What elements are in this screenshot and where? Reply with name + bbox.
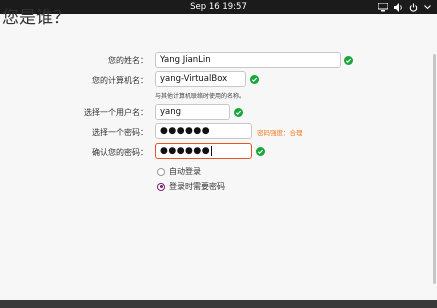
computer-name-input[interactable]: yang-VirtualBox	[155, 71, 246, 87]
auto-login-radio[interactable]	[157, 167, 165, 176]
power-icon	[409, 3, 418, 12]
scrollbar[interactable]	[433, 54, 436, 284]
auto-login-label: 自动登录	[169, 167, 201, 176]
installer-window: 您是谁？ 您的姓名： Yang JianLin 您的计算机名： yang-Vir…	[0, 8, 437, 300]
require-password-radio[interactable]	[157, 182, 165, 191]
name-input[interactable]: Yang JianLin	[155, 52, 341, 68]
password-strength: 密码强度：合理	[257, 129, 303, 137]
username-label: 选择一个用户名：	[84, 108, 148, 117]
bottom-edge	[0, 300, 437, 308]
page-title: 您是谁？	[2, 8, 70, 28]
check-icon	[344, 56, 353, 65]
computer-name-hint: 与其他计算机联络时使用的名称。	[155, 93, 246, 100]
text-caret	[211, 145, 213, 156]
network-icon	[378, 2, 388, 12]
check-icon	[250, 75, 259, 84]
password-input[interactable]: ●●●●●●	[155, 123, 252, 139]
check-icon	[256, 147, 265, 156]
chevron-down-icon	[424, 4, 431, 10]
volume-icon	[394, 2, 403, 12]
confirm-password-label: 确认您的密码：	[92, 148, 148, 157]
computer-name-label: 您的计算机名：	[92, 76, 148, 85]
confirm-password-value: ●●●●●●	[160, 146, 211, 156]
check-icon	[234, 108, 243, 117]
auto-login-option[interactable]: 自动登录	[157, 166, 201, 177]
confirm-password-input[interactable]: ●●●●●●	[155, 143, 252, 159]
password-label: 选择一个密码：	[92, 128, 148, 137]
require-password-label: 登录时需要密码	[169, 182, 225, 191]
require-password-option[interactable]: 登录时需要密码	[157, 181, 225, 192]
system-tray[interactable]	[378, 2, 431, 12]
username-input[interactable]: yang	[155, 104, 230, 120]
name-label: 您的姓名：	[108, 56, 148, 65]
